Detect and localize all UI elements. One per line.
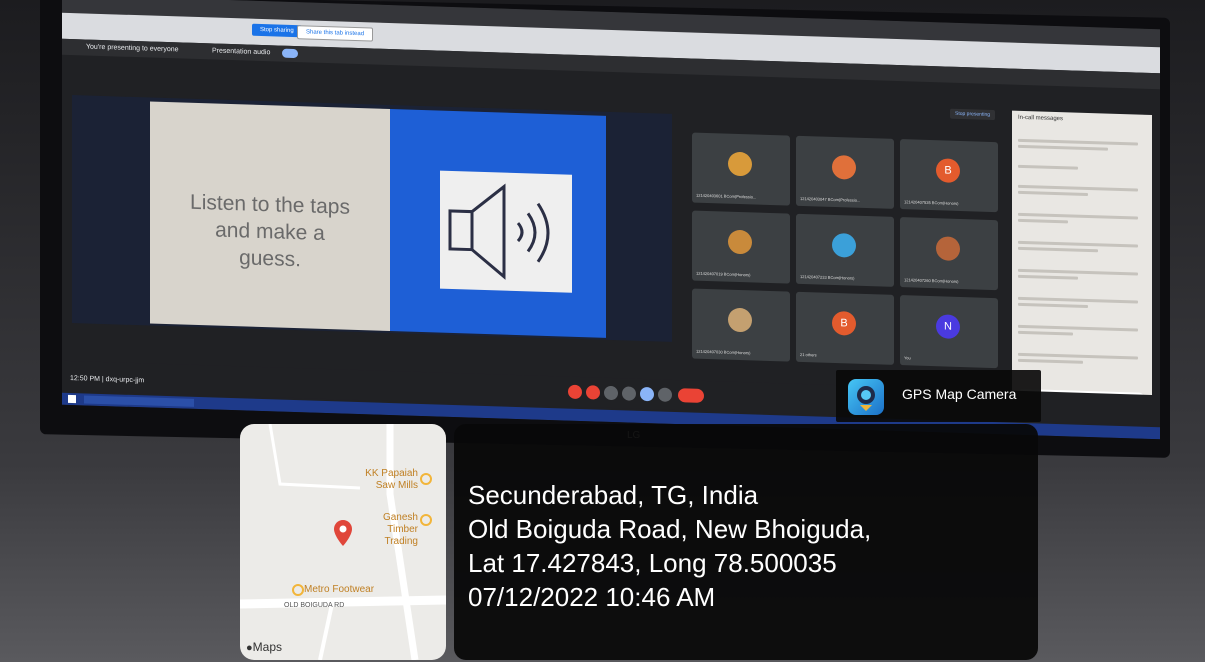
- share-this-tab-button[interactable]: Share this tab instead: [297, 25, 374, 42]
- participant-tile[interactable]: 121420403601 BCom(Professio...: [692, 132, 790, 206]
- maps-brand-label: Maps: [252, 640, 282, 654]
- participant-name: 121420403047 BCom(Professio...: [800, 195, 861, 203]
- participant-name: 121420407019 BCom(Honors): [696, 270, 751, 278]
- participant-name: You: [904, 355, 911, 361]
- participant-tile[interactable]: 121420407019 BCom(Honors): [692, 210, 790, 284]
- poi-kk-papaiah: KK Papaiah Saw Mills: [365, 468, 418, 491]
- participant-avatar: [728, 151, 752, 177]
- location-info-panel: Secunderabad, TG, India Old Boiguda Road…: [454, 424, 1038, 660]
- stop-sharing-button[interactable]: Stop sharing: [252, 23, 302, 38]
- participant-name: 121420407260 BCom(Honors): [904, 277, 959, 284]
- participant-avatar: [832, 232, 856, 258]
- participant-avatar: [728, 229, 752, 255]
- location-coordinates: Lat 17.427843, Long 78.500035: [468, 548, 837, 578]
- speaker-icon: [440, 170, 572, 293]
- participant-tile[interactable]: N You: [900, 295, 998, 369]
- poi-marker-icon: [420, 514, 432, 526]
- more-options-icon[interactable]: [658, 387, 672, 402]
- participant-name: 121420407233 BCom(Honors): [800, 273, 855, 281]
- raise-hand-icon[interactable]: [622, 386, 636, 401]
- participant-name: 121420407535 BCom(Honors): [904, 199, 959, 206]
- camera-icon[interactable]: [586, 385, 600, 400]
- participant-name: 21 others: [800, 351, 817, 358]
- participant-tile[interactable]: 121420407233 BCom(Honors): [796, 213, 894, 287]
- road-label: OLD BOIGUDA RD: [284, 602, 345, 609]
- gps-camera-icon: [848, 379, 884, 415]
- participant-tile[interactable]: B 121420407535 BCom(Honors): [900, 139, 998, 213]
- participant-avatar: N: [936, 314, 960, 339]
- poi-marker-icon: [420, 473, 432, 485]
- taskbar-search-input[interactable]: [84, 395, 194, 407]
- chat-panel: In-call messages: [1012, 110, 1152, 412]
- participant-tile[interactable]: 121420407030 BCom(Honors): [692, 288, 790, 362]
- microphone-icon[interactable]: [568, 384, 582, 400]
- location-city: Secunderabad, TG, India: [468, 480, 759, 510]
- participant-tile[interactable]: 121420403047 BCom(Professio...: [796, 135, 894, 209]
- participant-tile[interactable]: B 21 others: [796, 291, 894, 365]
- stop-presenting-button[interactable]: Stop presenting: [950, 108, 996, 121]
- presentation-audio-label: Presentation audio: [212, 47, 271, 57]
- participant-tile[interactable]: 121420407260 BCom(Honors): [900, 217, 998, 291]
- presenting-text: You're presenting to everyone: [86, 43, 179, 54]
- slide-text: Listen to the taps and make a guess.: [154, 188, 386, 276]
- captions-icon[interactable]: [604, 385, 618, 401]
- participant-avatar: B: [936, 158, 960, 183]
- location-map: KK Papaiah Saw Mills Ganesh Timber Tradi…: [240, 424, 446, 660]
- gps-badge-label: GPS Map Camera: [902, 386, 1017, 402]
- poi-ganesh-timber: Ganesh Timber Trading: [382, 512, 418, 547]
- location-pin-icon: [334, 520, 352, 551]
- location-datetime: 07/12/2022 10:46 AM: [468, 582, 716, 612]
- gps-map-camera-badge: GPS Map Camera: [836, 370, 1041, 422]
- maps-brand: ●Maps: [246, 640, 282, 654]
- participant-avatar: [728, 307, 752, 333]
- chat-title: In-call messages: [1018, 114, 1064, 123]
- poi-marker-icon: [292, 584, 304, 596]
- location-address: Old Boiguda Road, New Bhoiguda,: [468, 514, 872, 544]
- apple-logo-icon: ●: [246, 642, 253, 654]
- present-icon[interactable]: [640, 386, 654, 402]
- end-call-button[interactable]: [678, 388, 704, 403]
- participant-name: 121420407030 BCom(Honors): [696, 348, 751, 356]
- presentation-audio-toggle[interactable]: [282, 48, 298, 59]
- participant-avatar: B: [832, 310, 856, 336]
- participant-avatar: [936, 236, 960, 261]
- participant-name: 121420403601 BCom(Professio...: [696, 192, 757, 200]
- participant-avatar: [832, 154, 856, 180]
- poi-metro-footwear: Metro Footwear: [304, 584, 375, 595]
- windows-start-icon[interactable]: [68, 394, 76, 404]
